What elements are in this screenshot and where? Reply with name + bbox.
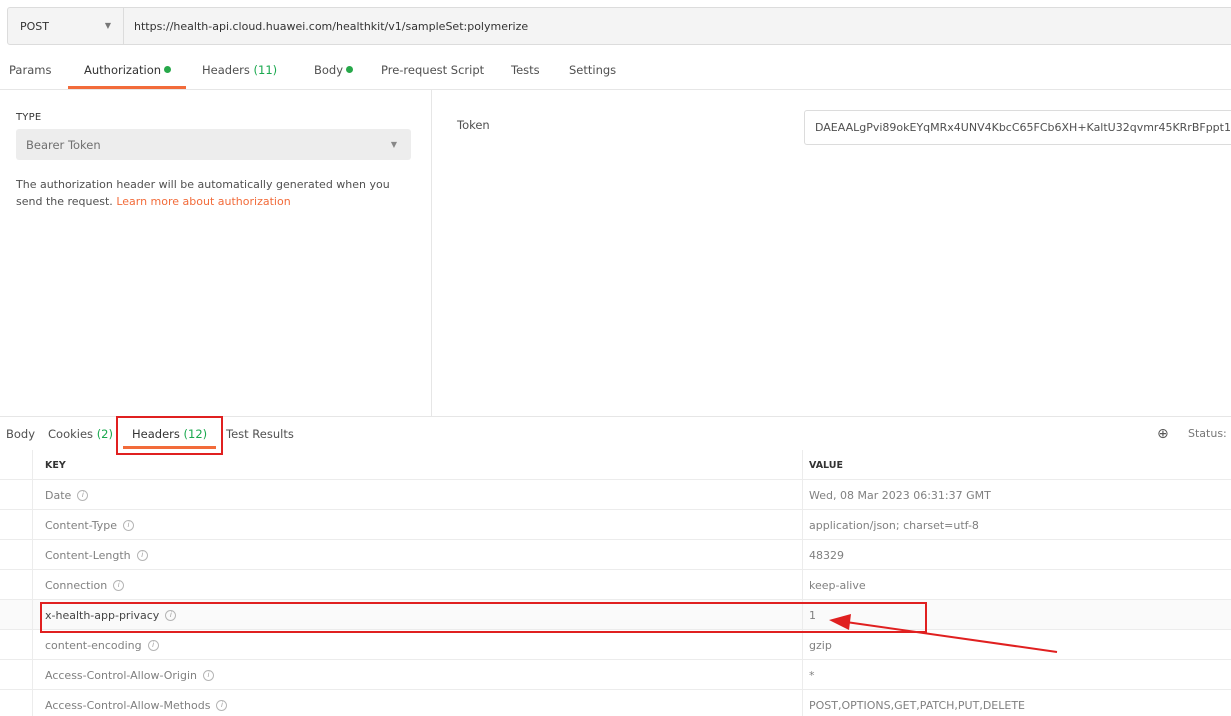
annotation-arrow-icon: [829, 614, 1058, 653]
